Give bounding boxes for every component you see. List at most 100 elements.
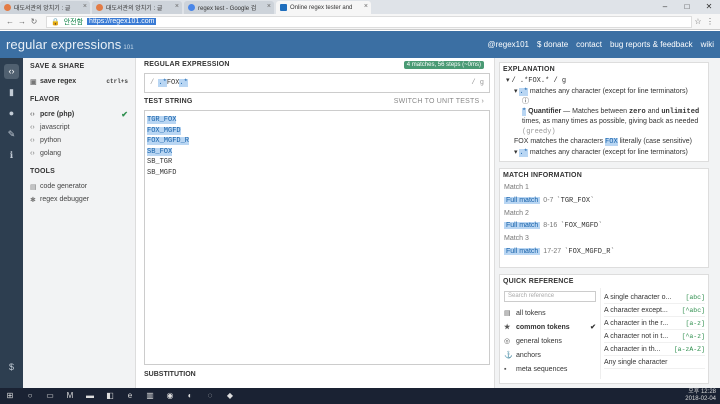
category-label: general tokens [516, 337, 562, 345]
flavor-golang[interactable]: ‹› golang [30, 147, 128, 160]
reference-desc: A character in the r... [604, 319, 669, 327]
browser-tab-3[interactable]: regex test - Google 검 × [184, 1, 274, 14]
tab-label: Online regex tester and [290, 4, 353, 11]
flavor-javascript[interactable]: ‹› javascript [30, 121, 128, 134]
category-all-tokens[interactable]: ▤ all tokens [504, 306, 596, 320]
search-icon[interactable]: ○ [24, 390, 36, 402]
dollar-icon[interactable]: $ [4, 360, 19, 375]
reference-desc: A single character o... [604, 293, 672, 301]
minimize-icon[interactable]: – [654, 0, 676, 14]
windows-start-icon[interactable]: ⊞ [4, 390, 16, 402]
maximize-icon[interactable]: □ [676, 0, 698, 14]
library-icon[interactable]: ▮ [4, 85, 19, 100]
app-icon[interactable]: ◌ [204, 390, 216, 402]
reference-row[interactable]: A character in the r... [a-z] [604, 317, 705, 330]
save-shortcut: ctrl+s [106, 78, 128, 85]
tab-label: regex test - Google 검 [198, 6, 257, 12]
category-anchors[interactable]: ⚓ anchors [504, 348, 596, 362]
match-row[interactable]: Full match 17-27 `FOX_MGFD_R` [504, 246, 704, 259]
code-icon[interactable]: ‹› [4, 64, 19, 79]
category-label: meta sequences [516, 365, 568, 373]
flavor-label: golang [40, 150, 62, 157]
regex-debugger-button[interactable]: ✱ regex debugger [30, 193, 128, 206]
app-icon[interactable]: ◆ [224, 390, 236, 402]
reference-row[interactable]: A character not in t... [^a-z] [604, 330, 705, 343]
regex-flags[interactable]: / g [471, 79, 484, 87]
system-clock[interactable]: 오후 12:28 2018-02-04 [685, 389, 716, 403]
test-string-title: TEST STRING [144, 98, 193, 105]
save-regex-button[interactable]: ▣ save regex ctrl+s [30, 75, 128, 88]
test-line: SB_TGR [147, 158, 173, 167]
test-line: FOX_MGFD [147, 126, 181, 135]
close-icon[interactable]: × [175, 3, 179, 10]
url-field[interactable]: 🔒 안전함 https://regex101.com [46, 15, 692, 28]
reload-icon[interactable]: ↻ [28, 17, 40, 26]
secure-label: 안전함 [63, 18, 84, 26]
match-value: `TGR_FOX` [556, 196, 595, 205]
close-icon[interactable]: × [364, 3, 368, 10]
switch-unit-tests-button[interactable]: SWITCH TO UNIT TESTS › [394, 98, 484, 105]
match-number: Match 1 [504, 184, 529, 191]
reference-row[interactable]: A character in th... [a-zA-Z] [604, 343, 705, 356]
document-icon: ▤ [30, 183, 37, 191]
code-generator-button[interactable]: ▤ code generator [30, 180, 128, 193]
close-icon[interactable]: × [267, 3, 271, 10]
save-share-title: SAVE & SHARE [30, 63, 85, 70]
reference-desc: A character except... [604, 306, 668, 314]
browser-tab-4[interactable]: Online regex tester and × [276, 1, 371, 14]
category-common-tokens[interactable]: ★ common tokens ✔ [504, 320, 596, 334]
code-icon: ‹› [30, 111, 35, 118]
wrench-icon[interactable]: ✎ [4, 127, 19, 142]
window-controls: – □ ✕ [654, 0, 720, 14]
flavor-pcre[interactable]: ‹› pcre (php) ✔ [30, 108, 128, 121]
star-icon[interactable]: ☆ [692, 17, 704, 26]
antivirus-icon[interactable]: M [64, 390, 76, 402]
explanation-line: matches any character (except for line t… [529, 148, 688, 156]
reference-row[interactable]: A character except... [^abc] [604, 304, 705, 317]
donate-link[interactable]: $ donate [537, 40, 568, 49]
back-icon[interactable]: ← [4, 17, 16, 26]
task-view-icon[interactable]: ▭ [44, 390, 56, 402]
url-text[interactable]: https://regex101.com [87, 18, 157, 25]
browser-tab-1[interactable]: 대도서관의 앙치기 : 글 × [0, 1, 90, 14]
explanation-line: — Matches between [563, 107, 627, 115]
chrome-icon[interactable]: ◉ [164, 390, 176, 402]
match-row[interactable]: Full match 0-7 `TGR_FOX` [504, 195, 704, 208]
info-icon[interactable]: ℹ [4, 148, 19, 163]
close-icon[interactable]: × [83, 3, 87, 10]
test-line: SB_FOX [147, 147, 173, 156]
match-value: `FOX_MGFD_R` [564, 247, 615, 256]
reference-code: [a-z] [685, 319, 705, 327]
close-window-icon[interactable]: ✕ [698, 0, 720, 14]
regex-input[interactable]: / .* FOX .* / g [144, 73, 490, 93]
browser-tab-2[interactable]: 대도서관의 앙치기 : 글 × [92, 1, 182, 14]
blog-icon [4, 4, 11, 11]
test-string-input[interactable]: TGR_FOX FOX_MGFD FOX_MGFD_R SB_FOX SB_TG… [144, 110, 490, 365]
contact-link[interactable]: contact [576, 40, 602, 49]
edge-icon[interactable]: e [124, 390, 136, 402]
explanation-line: matches any character (except for line t… [529, 87, 688, 95]
user-icon[interactable]: ● [4, 106, 19, 121]
file-explorer-icon[interactable]: ▬ [84, 390, 96, 402]
steam-icon[interactable]: ◐ [184, 390, 196, 402]
reference-search-input[interactable]: Search reference [504, 291, 596, 302]
folder-icon[interactable]: ▥ [144, 390, 156, 402]
reference-code: [^abc] [681, 306, 705, 314]
match-list: Match 1 Full match 0-7 `TGR_FOX` Match 2 F… [500, 182, 708, 259]
reference-row[interactable]: A single character o... [abc] [604, 291, 705, 304]
bug-report-link[interactable]: bug reports & feedback [610, 40, 693, 49]
site-logo[interactable]: regular expressions 101 [6, 37, 134, 52]
flavor-python[interactable]: ‹› python [30, 134, 128, 147]
twitter-link[interactable]: @regex101 [488, 40, 529, 49]
reference-row[interactable]: Any single character [604, 356, 705, 369]
match-row[interactable]: Full match 8-16 `FOX_MGFD` [504, 220, 704, 233]
taskbar: ⊞ ○ ▭ M ▬ ◧ e ▥ ◉ ◐ ◌ ◆ 오후 12:28 2018-02-… [0, 388, 720, 404]
store-icon[interactable]: ◧ [104, 390, 116, 402]
category-meta-sequences[interactable]: ▪ meta sequences [504, 362, 596, 376]
match-badge: 4 matches, 56 steps (~0ms) [403, 61, 484, 69]
explanation-line: FOX matches the characters [514, 138, 604, 145]
wiki-link[interactable]: wiki [701, 40, 714, 49]
forward-icon[interactable]: → [16, 17, 28, 26]
category-general-tokens[interactable]: ◎ general tokens [504, 334, 596, 348]
menu-icon[interactable]: ⋮ [704, 17, 716, 26]
